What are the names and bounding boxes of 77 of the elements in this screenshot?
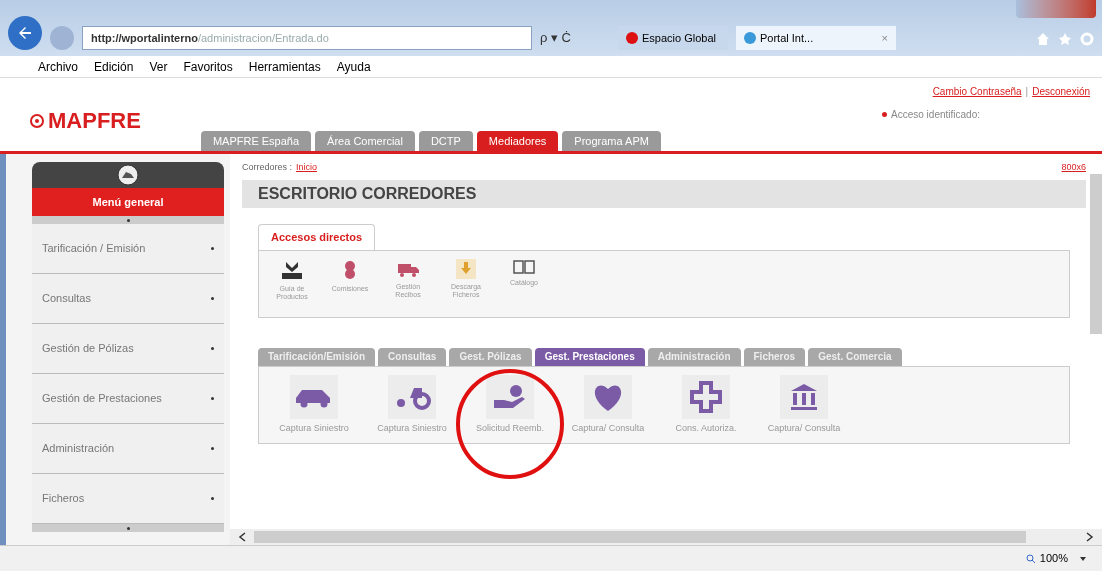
forward-button[interactable] bbox=[50, 26, 74, 50]
bullet-icon bbox=[211, 447, 214, 450]
section-tab[interactable]: Consultas bbox=[378, 347, 447, 366]
sidebar-item[interactable]: Gestión de Pólizas bbox=[32, 324, 224, 374]
browser-tab[interactable]: Espacio Global bbox=[618, 26, 728, 50]
horizontal-scrollbar[interactable] bbox=[230, 529, 1102, 545]
breadcrumb-link[interactable]: Inicio bbox=[296, 161, 318, 175]
book-icon bbox=[512, 258, 536, 275]
menu-item[interactable]: Edición bbox=[94, 57, 134, 76]
section-item[interactable]: Captura/ Consulta bbox=[569, 374, 647, 443]
change-password-link[interactable]: Cambio Contraseña bbox=[932, 84, 1022, 99]
section-tab[interactable]: Gest. Comercia bbox=[808, 347, 902, 366]
zoom-level[interactable]: 100% bbox=[1025, 550, 1068, 567]
menu-item[interactable]: Herramientas bbox=[248, 57, 321, 76]
logo-text: MAPFRE bbox=[48, 107, 141, 135]
vertical-scrollbar[interactable] bbox=[1090, 174, 1102, 334]
portal-tab[interactable]: Programa APM bbox=[562, 131, 661, 151]
settings-icon[interactable] bbox=[1080, 32, 1094, 46]
bullet-icon bbox=[211, 397, 214, 400]
tab-close-button[interactable]: × bbox=[881, 29, 888, 47]
emblem-icon bbox=[117, 164, 139, 186]
menu-item[interactable]: Archivo bbox=[38, 57, 78, 76]
bullet-icon bbox=[211, 497, 214, 500]
search-refresh-controls[interactable]: ρ ▾ Ċ bbox=[540, 26, 610, 50]
back-button[interactable] bbox=[8, 16, 42, 50]
menu-item[interactable]: Favoritos bbox=[183, 57, 233, 76]
section-tab[interactable]: Ficheros bbox=[743, 347, 806, 366]
logout-link[interactable]: Desconexión bbox=[1032, 84, 1090, 99]
section-tab[interactable]: Gest. Prestaciones bbox=[534, 347, 645, 366]
logo-mark-icon bbox=[30, 113, 44, 128]
bullet-icon bbox=[211, 347, 214, 350]
section-tab[interactable]: Gest. Pólizas bbox=[449, 347, 532, 366]
section-item[interactable]: Captura/ Consulta bbox=[765, 374, 843, 443]
tab-title: Espacio Global bbox=[642, 30, 716, 46]
page-title: ESCRITORIO CORREDORES bbox=[242, 180, 1086, 208]
sidebar-title: Menú general bbox=[32, 188, 224, 216]
url-path: /administracion/Entrada.do bbox=[197, 30, 329, 46]
bank-icon bbox=[789, 381, 819, 412]
resolution-link[interactable]: 800x6 bbox=[1061, 161, 1086, 175]
dropdown-caret-icon[interactable] bbox=[1080, 556, 1086, 561]
portal-tab[interactable]: Mediadores bbox=[476, 131, 559, 151]
menu-item[interactable]: Ayuda bbox=[336, 57, 371, 76]
browser-tab[interactable]: Portal Int... × bbox=[736, 26, 896, 50]
address-field[interactable]: http://wportalinterno/administracion/Entrada.do bbox=[82, 26, 532, 50]
bullet-icon bbox=[211, 247, 214, 250]
portal-tab[interactable]: Área Comercial bbox=[315, 131, 415, 151]
sidebar-item[interactable]: Consultas bbox=[32, 274, 224, 324]
download-icon bbox=[456, 258, 476, 279]
section-item[interactable]: Cons. Autoriza. bbox=[667, 374, 745, 443]
site-logo-icon bbox=[744, 32, 756, 44]
access-status: Acceso identificado: bbox=[891, 108, 980, 122]
sidebar-item[interactable]: Gestión de Prestaciones bbox=[32, 374, 224, 424]
scroll-down-handle[interactable] bbox=[32, 524, 224, 532]
sidebar-item[interactable]: Administración bbox=[32, 424, 224, 474]
link-separator: | bbox=[1025, 85, 1029, 99]
breadcrumb-label: Corredores : bbox=[242, 161, 293, 175]
shortcuts-tab[interactable]: Accesos directos bbox=[258, 224, 376, 250]
left-arrow-icon bbox=[17, 25, 33, 41]
menu-item[interactable]: Ver bbox=[149, 57, 168, 76]
scroll-up-handle[interactable] bbox=[32, 216, 224, 224]
zoom-icon bbox=[1025, 553, 1036, 564]
section-item[interactable]: Captura Siniestro bbox=[373, 374, 451, 443]
section-tab[interactable]: Tarificación/Emisión bbox=[258, 347, 376, 366]
sidebar-item[interactable]: Tarificación / Emisión bbox=[32, 224, 224, 274]
url-host: http://wportalinterno bbox=[91, 30, 198, 46]
site-logo-icon bbox=[626, 32, 638, 44]
section-item[interactable]: Captura Siniestro bbox=[275, 374, 353, 443]
section-tab[interactable]: Administración bbox=[647, 347, 741, 366]
sidebar-item[interactable]: Ficheros bbox=[32, 474, 224, 524]
star-icon[interactable] bbox=[1058, 32, 1072, 46]
portal-tab[interactable]: DCTP bbox=[418, 131, 473, 151]
tab-title: Portal Int... bbox=[760, 30, 814, 46]
window-controls[interactable] bbox=[1016, 0, 1096, 18]
portal-tab[interactable]: MAPFRE España bbox=[200, 131, 312, 151]
cross-icon bbox=[690, 380, 722, 413]
home-icon[interactable] bbox=[1036, 32, 1050, 46]
bullet-icon bbox=[211, 297, 214, 300]
